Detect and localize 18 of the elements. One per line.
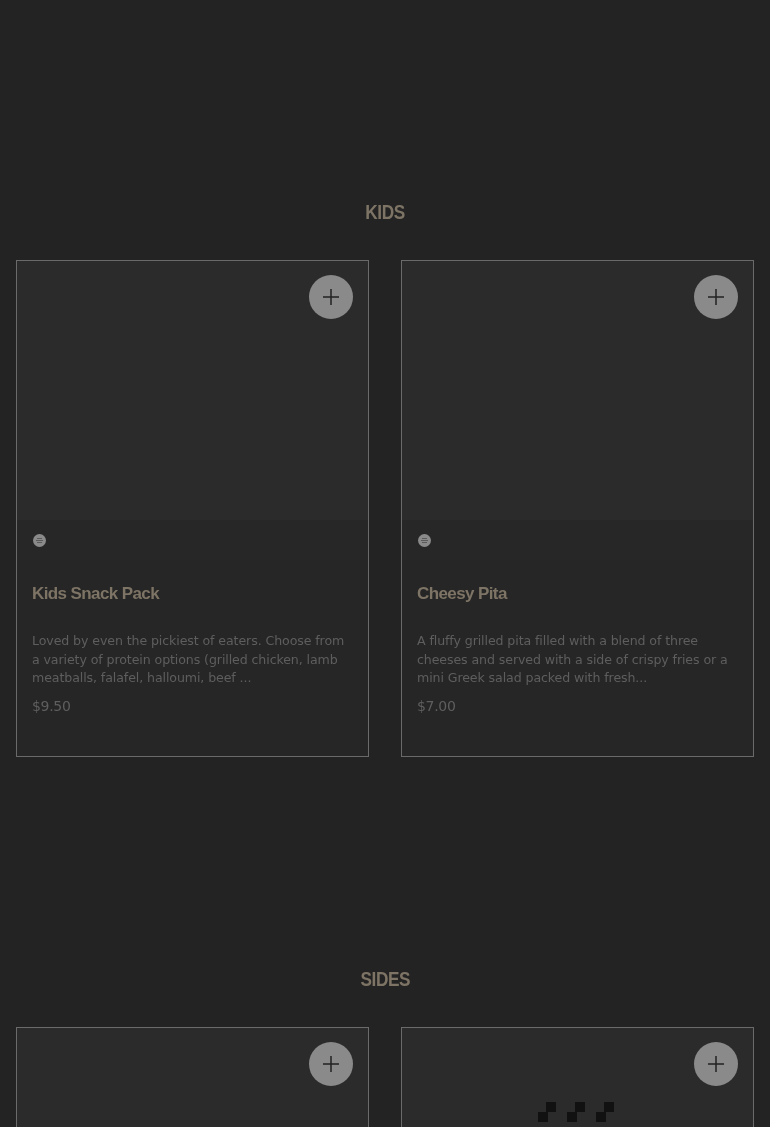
- product-card[interactable]: Kids Snack Pack Loved by even the pickiest of eaters. Choose from a variety of protein options (grilled chicken, lamb meatballs, falafel, halloumi, beef ... $9.50: [16, 260, 369, 757]
- product-description: Loved by even the pickiest of eaters. Choose from a variety of protein options (grilled chicken, lamb meatballs, falafel, halloumi, beef ...: [32, 632, 346, 687]
- plus-icon: [708, 289, 724, 305]
- add-button[interactable]: [309, 275, 353, 319]
- add-button[interactable]: [694, 1042, 738, 1086]
- plus-icon: [323, 1056, 339, 1072]
- product-price: $7.00: [417, 697, 457, 714]
- dietary-badge-icon: [33, 533, 46, 547]
- dietary-badge-icon: [418, 533, 431, 547]
- add-button[interactable]: [694, 275, 738, 319]
- product-price: $9.50: [32, 697, 72, 714]
- section-heading: KIDS: [365, 200, 405, 224]
- plus-icon: [708, 1056, 724, 1072]
- product-name: Kids Snack Pack: [32, 584, 161, 604]
- product-name: Cheesy Pita: [417, 584, 509, 604]
- section-heading: SIDES: [360, 967, 410, 991]
- add-button[interactable]: [309, 1042, 353, 1086]
- plus-icon: [323, 289, 339, 305]
